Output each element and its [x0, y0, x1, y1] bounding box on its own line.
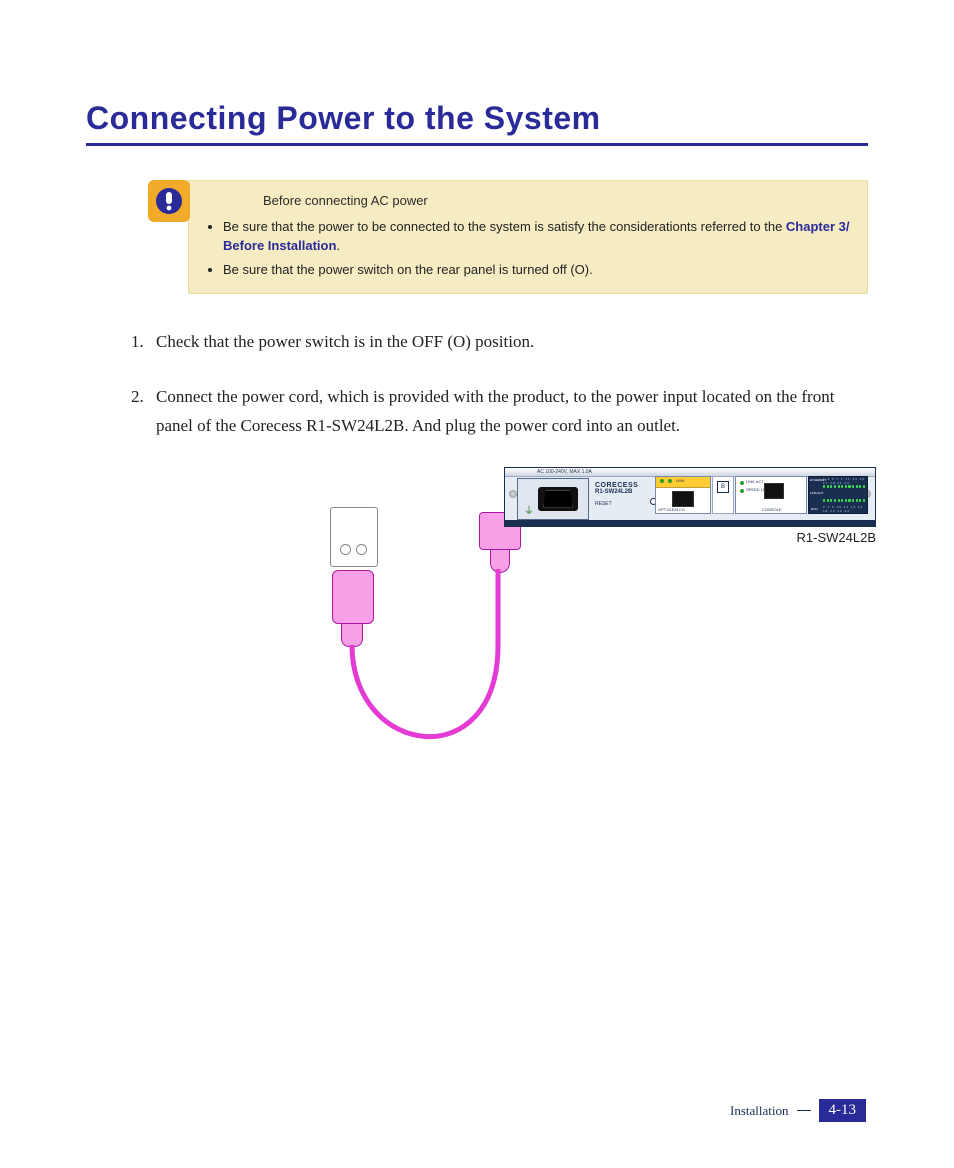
footer-divider: [797, 1110, 811, 1111]
power-input-area: ⏚: [517, 478, 589, 520]
module3-link-label: LINK ACT: [746, 479, 764, 484]
callout-item-2: Be sure that the power switch on the rea…: [223, 260, 851, 280]
callout-heading: Before connecting AC power: [263, 191, 851, 211]
module1-opt-label: OPT-61E51CO: [658, 507, 685, 512]
figure: AC 100-240V, MAX 1.0A ⏚ CORECESS R1-SW24…: [236, 467, 876, 777]
device-front-panel: AC 100-240V, MAX 1.0A ⏚ CORECESS R1-SW24…: [504, 467, 876, 527]
footer-page-number: 4-13: [819, 1099, 867, 1122]
mounting-screw-left: [509, 490, 517, 498]
callout-item-1-post: .: [336, 238, 340, 253]
alert-icon: [148, 180, 190, 222]
expansion-slot: B: [712, 476, 734, 514]
slot-letter: B: [717, 481, 729, 493]
step-2: Connect the power cord, which is provide…: [148, 383, 868, 441]
link-led-icon: [660, 479, 664, 483]
step-1: Check that the power switch is in the OF…: [148, 328, 868, 357]
power-cord: [348, 557, 528, 777]
ethernet-led-panel: ETHERNET LINK/ACT 1 3 5 7 1 11 13 15 17 …: [808, 476, 868, 514]
footer-section: Installation: [730, 1103, 789, 1119]
act-led-icon: [668, 479, 672, 483]
power-plug: [332, 570, 372, 647]
figure-caption: R1-SW24L2B: [797, 530, 876, 545]
ac-rating-label: AC 100-240V, MAX 1.0A: [537, 468, 592, 476]
run-label: RUN: [811, 507, 818, 511]
step-list: Check that the power switch is in the OF…: [148, 328, 868, 441]
led-numbers-bottom: 2 4 6 10 12 14 16 18 20 22 24: [823, 505, 867, 513]
callout-item-1-pre: Be sure that the power to be connected t…: [223, 219, 786, 234]
linkact-label: LINK/ACT: [810, 491, 824, 495]
console-label: CONSOLE: [762, 507, 782, 512]
optic-module: LINK OPT-61E51CO: [655, 476, 711, 514]
iec-power-inlet: [538, 487, 578, 511]
rj45-port: [672, 491, 694, 507]
brand-label: CORECESS: [595, 482, 661, 489]
speed-led-icon: [740, 489, 744, 493]
ground-icon: ⏚: [524, 502, 534, 517]
console-module: LINK ACT SPEED 1000 CONSOLE: [735, 476, 807, 514]
model-label: R1-SW24L2B: [595, 489, 661, 495]
page-footer: Installation 4-13: [730, 1099, 866, 1122]
module1-link-label: LINK: [676, 478, 685, 483]
console-port: [764, 483, 784, 499]
page-title: Connecting Power to the System: [86, 100, 868, 137]
callout-item-1: Be sure that the power to be connected t…: [223, 217, 851, 256]
title-rule: [86, 143, 868, 146]
wall-outlet: [330, 507, 378, 567]
callout: Before connecting AC power Be sure that …: [148, 180, 868, 294]
link-act-led-icon: [740, 481, 744, 485]
